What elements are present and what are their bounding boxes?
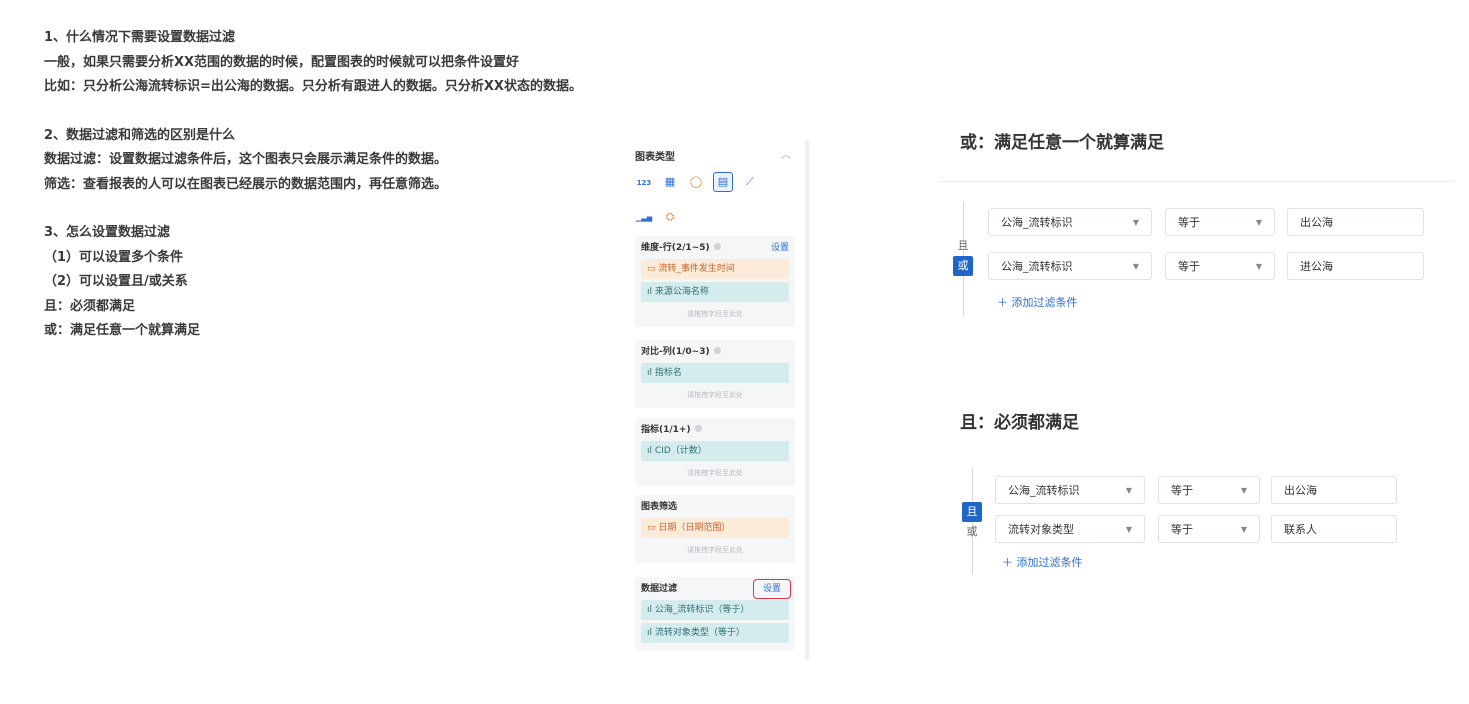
or-heading: 或：满足任意一个就算满足: [960, 133, 1164, 153]
caret-down-icon: ▼: [1125, 486, 1132, 495]
and-option[interactable]: 且: [962, 502, 982, 522]
metric-section: 指标(1/1+) ıl CID（计数） 请拖拽字段至此处: [635, 418, 795, 486]
operator-select[interactable]: 等于 ▼: [1165, 252, 1275, 280]
and-heading: 且：必须都满足: [960, 413, 1079, 433]
number-card-icon[interactable]: 123: [635, 174, 653, 192]
info-icon: [694, 425, 702, 432]
operator-select[interactable]: 等于 ▼: [1158, 515, 1260, 543]
dimension-section: 维度-行(2/1~5) 设置 ▭ 流转_事件发生时间 ıl 来源公海名称 请拖拽字…: [635, 236, 795, 327]
funnel-icon[interactable]: ⛭: [661, 208, 679, 226]
value-input[interactable]: 出公海: [1287, 208, 1424, 236]
chart-type-list: 123 ▦ ◯ ▤ ⟋ ▁▃▅ ⛭: [635, 170, 795, 240]
value-input[interactable]: 进公海: [1287, 252, 1424, 280]
field-select[interactable]: 公海_流转标识 ▼: [988, 208, 1152, 236]
chart-filter-section: 图表筛选 ▭ 日期（日期范围） 请拖拽字段至此处: [635, 495, 795, 563]
field-select[interactable]: 公海_流转标识 ▼: [988, 252, 1152, 280]
caret-down-icon: ▼: [1240, 486, 1247, 495]
caret-down-icon: ▼: [1132, 262, 1139, 271]
compare-section: 对比-列(1/0~3) ıl 指标名 请拖拽字段至此处: [635, 340, 795, 408]
doc-text: 比如：只分析公海流转标识=出公海的数据。只分析有跟进人的数据。只分析XX状态的数…: [44, 79, 582, 94]
field-pill[interactable]: ıl 流转对象类型（等于）: [641, 623, 789, 643]
panel-title: 图表类型: [635, 152, 675, 163]
drop-zone[interactable]: 请拖拽字段至此处: [641, 541, 789, 559]
section-label: 数据过滤: [641, 584, 678, 594]
chevron-up-icon[interactable]: ︿: [781, 146, 791, 161]
field-select[interactable]: 公海_流转标识 ▼: [995, 476, 1145, 504]
caret-down-icon: ▼: [1240, 525, 1247, 534]
or-option[interactable]: 或: [953, 256, 973, 276]
operator-select[interactable]: 等于 ▼: [1165, 208, 1275, 236]
doc-heading-3: 3、怎么设置数据过滤: [44, 225, 171, 240]
data-filter-section: 数据过滤 设置 ıl 公海_流转标识（等于） ıl 流转对象类型（等于）: [635, 577, 795, 650]
line-chart-icon[interactable]: ⟋: [741, 173, 759, 191]
field-pill[interactable]: ▭ 日期（日期范围）: [641, 518, 789, 538]
field-pill[interactable]: ıl CID（计数）: [641, 441, 789, 461]
pivot-table-icon[interactable]: ▤: [713, 172, 733, 192]
section-label: 对比-列(1/0~3): [641, 347, 710, 357]
add-filter-button[interactable]: ＋ 添加过滤条件: [997, 294, 1078, 310]
and-or-toggle[interactable]: 且 或: [962, 502, 982, 542]
bar-chart-icon[interactable]: ▁▃▅: [635, 209, 653, 227]
doc-heading-2: 2、数据过滤和筛选的区别是什么: [44, 127, 236, 143]
drop-zone[interactable]: 请拖拽字段至此处: [641, 305, 789, 323]
doc-text: （1）可以设置多个条件: [44, 249, 184, 265]
doc-text: 数据过滤：设置数据过滤条件后，这个图表只会展示满足条件的数据。: [44, 152, 448, 167]
operator-select[interactable]: 等于 ▼: [1158, 476, 1260, 504]
caret-down-icon: ▼: [1255, 262, 1262, 271]
field-pill[interactable]: ıl 来源公海名称: [641, 282, 789, 302]
section-label: 指标(1/1+): [641, 425, 691, 435]
data-filter-settings-button[interactable]: 设置: [753, 579, 791, 599]
dimension-settings-link[interactable]: 设置: [771, 240, 789, 256]
doc-text: 或：满足任意一个就算满足: [44, 323, 201, 338]
and-option[interactable]: 且: [953, 236, 973, 256]
and-or-toggle[interactable]: 且 或: [953, 236, 973, 276]
value-input[interactable]: 联系人: [1271, 515, 1397, 543]
donut-icon[interactable]: ◯: [687, 173, 705, 191]
caret-down-icon: ▼: [1255, 218, 1262, 227]
field-pill[interactable]: ıl 公海_流转标识（等于）: [641, 600, 789, 620]
drop-zone[interactable]: 请拖拽字段至此处: [641, 464, 789, 482]
field-select[interactable]: 流转对象类型 ▼: [995, 515, 1145, 543]
caret-down-icon: ▼: [1132, 218, 1139, 227]
doc-text: 且：必须都满足: [44, 298, 136, 314]
field-pill[interactable]: ▭ 流转_事件发生时间: [641, 259, 789, 279]
value-input[interactable]: 出公海: [1271, 476, 1397, 504]
divider: [940, 181, 1453, 182]
table-icon[interactable]: ▦: [661, 173, 679, 191]
field-pill[interactable]: ıl 指标名: [641, 363, 789, 383]
caret-down-icon: ▼: [1125, 525, 1132, 534]
doc-text: 筛选：查看报表的人可以在图表已经展示的数据范围内，再任意筛选。: [44, 176, 448, 192]
or-option[interactable]: 或: [962, 522, 982, 542]
info-icon: [713, 243, 721, 250]
doc-text: （2）可以设置且/或关系: [44, 274, 188, 289]
section-label: 维度-行(2/1~5): [641, 243, 710, 253]
add-filter-button[interactable]: ＋ 添加过滤条件: [1002, 554, 1083, 570]
drop-zone[interactable]: 请拖拽字段至此处: [641, 386, 789, 404]
chart-config-panel: 图表类型 ︿ 123 ▦ ◯ ▤ ⟋ ▁▃▅ ⛭ 维度-行(2/1~5) 设置 ▭ 流转_事…: [623, 140, 809, 660]
doc-heading-1: 1、什么情况下需要设置数据过滤: [44, 30, 236, 45]
info-icon: [713, 347, 721, 354]
help-document: 1、什么情况下需要设置数据过滤 一般，如果只需要分析XX范围的数据的时候，配置图…: [44, 26, 624, 344]
doc-text: 一般，如果只需要分析XX范围的数据的时候，配置图表的时候就可以把条件设置好: [44, 54, 520, 70]
section-label: 图表筛选: [641, 502, 678, 512]
